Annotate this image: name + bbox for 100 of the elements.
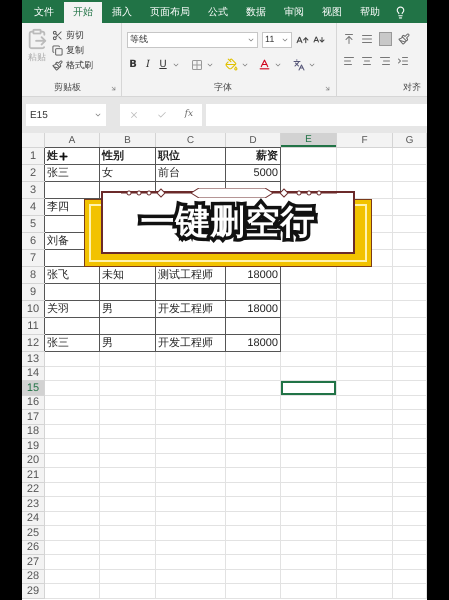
formula-input[interactable]	[206, 104, 427, 126]
font-name-field[interactable]: 等线	[127, 32, 258, 48]
table-cell[interactable]: 张三	[47, 164, 69, 182]
row-header[interactable]: 29	[22, 584, 44, 598]
group-label: 字体	[214, 81, 232, 94]
row-header[interactable]: 15	[22, 381, 44, 394]
row-header[interactable]: 22	[22, 482, 44, 496]
row-header[interactable]: 16	[22, 396, 44, 409]
column-header[interactable]: D	[226, 133, 280, 147]
table-cell[interactable]: 职位	[158, 148, 180, 164]
bold-button[interactable]: B	[127, 57, 139, 72]
dialog-launcher-icon[interactable]	[324, 84, 331, 92]
ribbon-tab[interactable]: 帮助	[352, 2, 388, 23]
table-cell[interactable]: 男	[102, 334, 113, 352]
underline-button[interactable]: U	[157, 57, 169, 72]
column-header[interactable]: C	[156, 133, 225, 147]
clipboard-command[interactable]: 格式刷	[66, 59, 93, 71]
table-cell[interactable]: 开发工程师	[158, 300, 213, 318]
table-cell[interactable]: 姓	[47, 148, 58, 164]
row-header[interactable]: 2	[22, 165, 44, 181]
row-header[interactable]: 11	[22, 318, 44, 334]
table-cell[interactable]: 前台	[158, 164, 180, 182]
table-cell[interactable]: 刘备	[47, 232, 69, 250]
ribbon-tab[interactable]: 数据	[238, 2, 274, 23]
italic-button[interactable]: I	[142, 57, 154, 72]
row-header[interactable]: 4	[22, 199, 44, 215]
row-header[interactable]: 24	[22, 512, 44, 525]
ribbon-tab[interactable]: 开始	[64, 2, 102, 23]
row-header[interactable]: 7	[22, 250, 44, 266]
row-header[interactable]: 3	[22, 182, 44, 198]
banner-title: 一键删空行	[134, 198, 322, 247]
column-header[interactable]: A	[45, 133, 99, 147]
table-cell[interactable]: 关羽	[47, 300, 69, 318]
row-header[interactable]: 25	[22, 526, 44, 540]
align-center-icon[interactable]	[361, 55, 373, 67]
row-header[interactable]: 13	[22, 352, 44, 366]
table-cell[interactable]: 男	[102, 300, 113, 318]
scissors-icon	[52, 30, 63, 40]
insert-function-button[interactable]: fx	[184, 108, 194, 122]
row-header[interactable]: 26	[22, 540, 44, 554]
align-left-icon[interactable]	[343, 55, 355, 67]
row-header[interactable]: 19	[22, 439, 44, 452]
row-header[interactable]: 20	[22, 454, 44, 467]
table-cell[interactable]: 女	[102, 164, 113, 182]
ribbon-tab[interactable]: 插入	[104, 2, 140, 23]
row-header[interactable]: 5	[22, 216, 44, 232]
ribbon-tab[interactable]: 文件	[26, 2, 62, 23]
ribbon-tab[interactable]: 公式	[200, 2, 236, 23]
row-header[interactable]: 18	[22, 424, 44, 438]
table-cell[interactable]: 李四	[47, 198, 69, 216]
name-box[interactable]: E15	[26, 104, 106, 126]
selected-cell[interactable]	[281, 381, 336, 394]
ribbon-tab[interactable]: 审阅	[276, 2, 312, 23]
top-align-icon[interactable]	[343, 33, 355, 45]
dialog-launcher-icon[interactable]	[110, 84, 117, 92]
clipboard-command[interactable]: 剪切	[66, 29, 84, 41]
column-header[interactable]: E	[281, 133, 336, 147]
table-cell[interactable]: 18000	[247, 266, 278, 284]
table-cell[interactable]: 薪资	[256, 148, 278, 164]
row-header[interactable]: 23	[22, 497, 44, 510]
table-cell[interactable]: 张三	[47, 334, 69, 352]
row-header[interactable]: 9	[22, 284, 44, 300]
column-header[interactable]: G	[393, 133, 426, 147]
caret-icon[interactable]	[281, 36, 289, 44]
table-cell[interactable]: 开发工程师	[158, 334, 213, 352]
row-header[interactable]: 21	[22, 468, 44, 482]
font-color-icon[interactable]	[258, 58, 271, 71]
table-cell[interactable]: 未知	[102, 266, 124, 284]
clipboard-command[interactable]: 复制	[66, 44, 84, 56]
row-header[interactable]: 14	[22, 366, 44, 380]
middle-align-icon[interactable]	[361, 33, 373, 45]
indent-icon[interactable]	[397, 55, 409, 67]
lightbulb-icon[interactable]	[394, 6, 407, 19]
row-header[interactable]: 27	[22, 555, 44, 568]
column-header[interactable]: F	[337, 133, 392, 147]
table-cell[interactable]: 测试工程师	[158, 266, 213, 284]
font-size-field[interactable]: 11	[262, 32, 292, 48]
align-right-icon[interactable]	[379, 55, 391, 67]
group-label: 剪贴板	[54, 81, 81, 94]
caret-icon[interactable]	[94, 111, 102, 119]
row-header[interactable]: 1	[22, 148, 44, 164]
table-cell[interactable]: 性别	[102, 148, 124, 164]
border-icon[interactable]	[191, 58, 203, 70]
row-header[interactable]: 28	[22, 570, 44, 583]
row-header[interactable]: 6	[22, 233, 44, 249]
table-cell[interactable]: 5000	[254, 164, 278, 182]
row-header[interactable]: 8	[22, 267, 44, 283]
table-cell[interactable]: 张飞	[47, 266, 69, 284]
row-header[interactable]: 17	[22, 410, 44, 424]
table-cell[interactable]: 18000	[247, 300, 278, 318]
phonetic-icon[interactable]	[293, 58, 305, 70]
ribbon-tab[interactable]: 页面布局	[142, 2, 198, 23]
table-cell[interactable]: 18000	[247, 334, 278, 352]
ribbon-tab[interactable]: 视图	[314, 2, 350, 23]
fill-color-icon[interactable]	[225, 58, 238, 71]
copy-icon	[52, 44, 63, 56]
column-header[interactable]: B	[100, 133, 155, 147]
row-header[interactable]: 12	[22, 335, 44, 351]
row-header[interactable]: 10	[22, 301, 44, 317]
caret-icon[interactable]	[247, 36, 255, 44]
